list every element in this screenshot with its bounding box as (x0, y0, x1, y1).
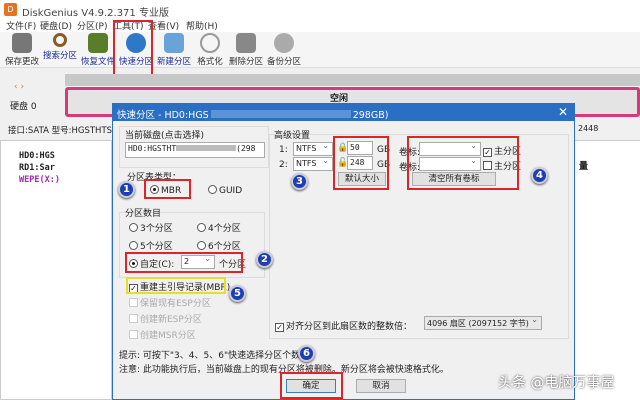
search-label: 搜索分区 (42, 51, 77, 61)
count-3-radio[interactable]: 3个分区 (129, 221, 173, 234)
annotation-5: 5 (229, 285, 246, 302)
highlight-custom-count (125, 252, 243, 273)
menu-disk[interactable]: 硬盘(D) (40, 19, 72, 32)
watermark: 头条 @电脑万事屋 (498, 375, 615, 391)
cancel-button[interactable]: 取消 (356, 379, 406, 393)
count-4-radio[interactable]: 4个分区 (197, 221, 241, 234)
current-disk-value: HD0:HGSTHT (128, 144, 177, 153)
new-partition-button[interactable]: 新建分区 (154, 32, 194, 68)
new-partition-label: 新建分区 (156, 57, 191, 67)
search-icon (53, 33, 67, 47)
create-msr-label: 创建MSR分区 (140, 331, 196, 341)
menu-help[interactable]: 帮助(H) (186, 19, 218, 32)
partition-1-index: 1: (279, 145, 288, 155)
save-button[interactable]: 保存更改 (2, 32, 42, 68)
blurred-text (176, 145, 237, 151)
menu-partition[interactable]: 分区(P) (77, 19, 107, 32)
annotation-1: 1 (118, 181, 135, 198)
disk-info-right: 2448 (578, 124, 599, 133)
disk-info: 接口:SATA 型号:HGSTHTS72 (8, 126, 123, 136)
annotation-2: 2 (256, 251, 273, 268)
format-label: 格式化 (197, 57, 223, 67)
keep-esp-label: 保留现有ESP分区 (140, 299, 211, 309)
create-esp-label: 创建新ESP分区 (140, 315, 202, 325)
tree-item-rd1[interactable]: RD1:Sar (19, 163, 55, 173)
disk-tree: HD0:HGS RD1:Sar WEPE(X:) (0, 140, 112, 400)
recover-label: 恢复文件 (80, 57, 115, 67)
quick-partition-dialog: 快速分区 - HD0:HGS 298GB) ✕ 当前磁盘(点击选择) HD0:HG… (112, 103, 575, 400)
highlight-ok (280, 372, 343, 399)
format-button[interactable]: 格式化 (190, 32, 230, 68)
guid-label: GUID (219, 186, 243, 196)
backup-partition-button[interactable]: 备份分区 (264, 32, 304, 68)
app-icon: D (4, 3, 17, 16)
highlight-labels (407, 136, 519, 190)
menu-file[interactable]: 文件(F) (6, 19, 36, 32)
highlight-quick-partition (113, 20, 153, 78)
partition-table-pane: 量 (575, 140, 640, 400)
delete-partition-button[interactable]: 删除分区 (226, 32, 266, 68)
search-partition-button[interactable]: 搜索分区 (40, 32, 80, 68)
hint-text: 提示: 可按下"3、4、5、6"快速选择分区个数。 (119, 351, 310, 361)
count-5-label: 5个分区 (140, 242, 173, 252)
disk-label: 硬盘 0 (10, 102, 37, 112)
delete-icon (236, 33, 256, 53)
partition-2-fs-select[interactable]: NTFS (293, 156, 333, 171)
backup-icon (274, 33, 294, 53)
annotation-3: 3 (291, 173, 308, 190)
count-4-label: 4个分区 (208, 224, 241, 234)
create-msr-checkbox[interactable]: 创建MSR分区 (129, 328, 196, 341)
dialog-title-bar: 快速分区 - HD0:HGS 298GB) ✕ (113, 104, 574, 121)
current-disk-suffix: (298 (236, 144, 256, 153)
format-icon (200, 33, 220, 53)
guid-radio[interactable]: GUID (208, 185, 242, 196)
close-icon[interactable]: ✕ (558, 105, 568, 119)
annotation-4: 4 (531, 167, 548, 184)
annotation-6: 6 (298, 345, 315, 362)
new-partition-icon (164, 33, 184, 53)
save-label: 保存更改 (4, 57, 39, 67)
recover-icon (88, 33, 108, 53)
save-icon (12, 33, 32, 53)
toolbar: 保存更改 搜索分区 恢复文件 快速分区 新建分区 格式化 删除分区 备份分区 (0, 32, 640, 68)
blurred-text (210, 110, 351, 118)
tree-item-wepe[interactable]: WEPE(X:) (19, 175, 60, 185)
partition-1-fs-select[interactable]: NTFS (293, 141, 333, 156)
partition-2-index: 2: (279, 160, 288, 170)
tree-item-hd0[interactable]: HD0:HGS (19, 151, 55, 161)
highlight-rebuild-mbr (126, 277, 226, 294)
keep-esp-checkbox[interactable]: 保留现有ESP分区 (129, 296, 211, 309)
advanced-label: 高级设置 (274, 131, 311, 141)
recover-files-button[interactable]: 恢复文件 (78, 32, 118, 68)
disk-nav-arrows[interactable]: ‹ › (14, 82, 24, 92)
align-label: 对齐分区到此扇区数的整数倍： (286, 322, 413, 332)
dialog-title-suffix: 298GB) (352, 110, 389, 121)
highlight-mbr (144, 179, 191, 199)
dialog-title: 快速分区 - HD0:HGS (117, 110, 209, 121)
count-6-radio[interactable]: 6个分区 (197, 239, 241, 252)
align-checkbox[interactable]: ✓ 对齐分区到此扇区数的整数倍： (275, 319, 412, 332)
highlight-sizes (333, 136, 389, 190)
disk-bar[interactable] (65, 74, 640, 86)
title-bar: D DiskGenius V4.9.2.371 专业版 (0, 0, 640, 20)
delete-label: 删除分区 (228, 57, 263, 67)
backup-label: 备份分区 (266, 57, 301, 67)
column-header: 量 (579, 162, 589, 172)
count-5-radio[interactable]: 5个分区 (129, 239, 173, 252)
align-select[interactable]: 4096 扇区 (2097152 字节) (424, 315, 542, 330)
menu-bar: 文件(F) 硬盘(D) 分区(P) 工具(T) 查看(V) 帮助(H) (0, 18, 640, 32)
count-6-label: 6个分区 (208, 242, 241, 252)
current-disk-field[interactable]: HD0:HGSTHT (298 (125, 142, 265, 158)
count-3-label: 3个分区 (140, 224, 173, 234)
app-title: DiskGenius V4.9.2.371 专业版 (22, 8, 169, 19)
partition-count-label: 分区数目 (125, 209, 162, 219)
current-disk-label: 当前磁盘(点击选择) (125, 131, 205, 141)
create-esp-checkbox[interactable]: 创建新ESP分区 (129, 312, 202, 325)
